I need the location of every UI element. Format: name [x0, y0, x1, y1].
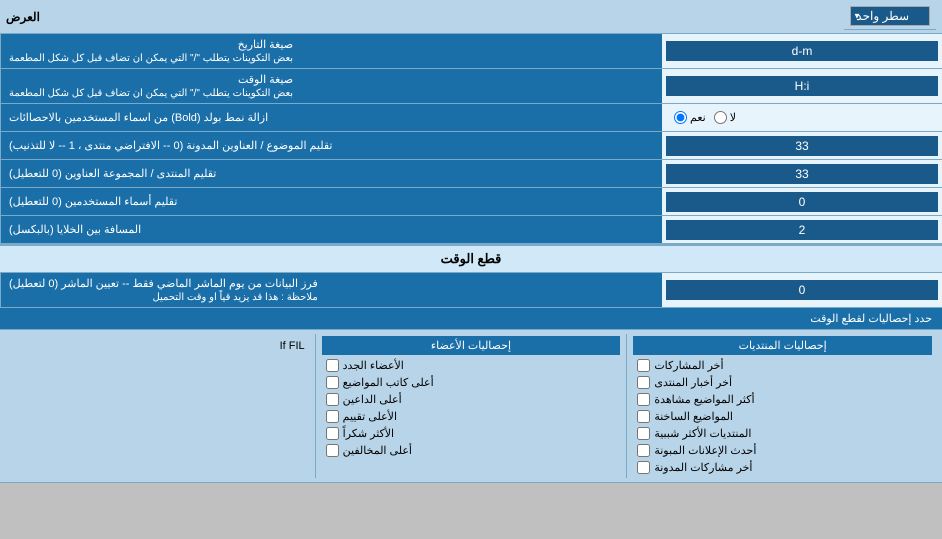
checkbox-col-empty: If FIL [4, 334, 315, 478]
cb-hot-topics[interactable] [637, 410, 650, 423]
cb-top-inviters[interactable] [326, 393, 339, 406]
cell-spacing-input-cell [662, 216, 942, 243]
forum-order-input[interactable] [666, 164, 938, 184]
item-new-members: الأعضاء الجدد [322, 357, 621, 374]
topics-order-row: تقليم الموضوع / العناوين المدونة (0 -- ا… [0, 132, 942, 160]
main-container: سطر واحد سطرين ثلاثة أسطر العرض صيغة الت… [0, 0, 942, 483]
filter-input-cell [662, 273, 942, 307]
select-wrapper[interactable]: سطر واحد سطرين ثلاثة أسطر [850, 6, 930, 26]
cb-similar-forums[interactable] [637, 427, 650, 440]
remove-bold-row: لا نعم ازالة نمط بولد (Bold) من اسماء ال… [0, 104, 942, 132]
time-format-label: صيغة الوقت بعض التكوينات يتطلب "/" التي … [0, 69, 662, 103]
cell-spacing-label: المسافة بين الخلايا (بالبكسل) [0, 216, 662, 243]
members-col-header: إحصاليات الأعضاء [322, 336, 621, 355]
cb-latest-announce[interactable] [637, 444, 650, 457]
cb-top-writer[interactable] [326, 376, 339, 389]
date-format-row: صيغة التاريخ بعض التكوينات يتطلب "/" الت… [0, 34, 942, 69]
users-order-row: تقليم أسماء المستخدمين (0 للتعطيل) [0, 188, 942, 216]
cb-last-news[interactable] [637, 376, 650, 389]
radio-yes-label[interactable]: نعم [674, 111, 706, 124]
item-top-rated: الأعلى تقييم [322, 408, 621, 425]
remove-bold-input-cell: لا نعم [662, 104, 942, 131]
item-top-inviters: أعلى الداعين [322, 391, 621, 408]
item-last-posts: أخر المشاركات [633, 357, 932, 374]
item-last-blog-posts: أخر مشاركات المدونة [633, 459, 932, 476]
cb-top-rated[interactable] [326, 410, 339, 423]
item-latest-announce: أحدث الإعلانات المبونة [633, 442, 932, 459]
display-select[interactable]: سطر واحد سطرين ثلاثة أسطر [850, 6, 930, 26]
time-format-input[interactable] [666, 76, 938, 96]
topics-order-input-cell [662, 132, 942, 159]
filter-row: فرز البيانات من يوم الماشر الماضي فقط --… [0, 273, 942, 308]
item-top-writer: أعلى كاتب المواضيع [322, 374, 621, 391]
radio-no[interactable] [714, 111, 727, 124]
header-row: سطر واحد سطرين ثلاثة أسطر العرض [0, 0, 942, 34]
cb-top-violators[interactable] [326, 444, 339, 457]
checkbox-section: إحصاليات المنتديات أخر المشاركات أخر أخب… [0, 330, 942, 483]
time-format-row: صيغة الوقت بعض التكوينات يتطلب "/" التي … [0, 69, 942, 104]
forum-order-row: تقليم المنتدى / المجموعة العناوين (0 للت… [0, 160, 942, 188]
item-most-viewed: أكثر المواضيع مشاهدة [633, 391, 932, 408]
time-format-input-cell [662, 69, 942, 103]
cell-spacing-input[interactable] [666, 220, 938, 240]
cb-last-posts[interactable] [637, 359, 650, 372]
checkbox-cols: إحصاليات المنتديات أخر المشاركات أخر أخب… [4, 334, 938, 478]
date-format-input[interactable] [666, 41, 938, 61]
item-hot-topics: المواضيع الساخنة [633, 408, 932, 425]
header-right-label: العرض [6, 10, 40, 24]
header-left: سطر واحد سطرين ثلاثة أسطر [844, 3, 936, 30]
checkbox-col-forums: إحصاليات المنتديات أخر المشاركات أخر أخب… [626, 334, 938, 478]
users-order-input[interactable] [666, 192, 938, 212]
forum-order-label: تقليم المنتدى / المجموعة العناوين (0 للت… [0, 160, 662, 187]
date-format-label: صيغة التاريخ بعض التكوينات يتطلب "/" الت… [0, 34, 662, 68]
filter-input[interactable] [666, 280, 938, 300]
remove-bold-label: ازالة نمط بولد (Bold) من اسماء المستخدمي… [0, 104, 662, 131]
remove-bold-radio-group: لا نعم [666, 109, 744, 126]
filter-label: فرز البيانات من يوم الماشر الماضي فقط --… [0, 273, 662, 307]
checkbox-col-members: إحصاليات الأعضاء الأعضاء الجدد أعلى كاتب… [315, 334, 627, 478]
define-label: حدد إحصاليات لقطع الوقت [810, 313, 932, 325]
radio-yes[interactable] [674, 111, 687, 124]
cb-most-thanks[interactable] [326, 427, 339, 440]
users-order-input-cell [662, 188, 942, 215]
cb-new-members[interactable] [326, 359, 339, 372]
time-section-header: قطع الوقت [0, 244, 942, 273]
item-top-violators: أعلى المخالفين [322, 442, 621, 459]
item-most-thanks: الأكثر شكراً [322, 425, 621, 442]
topics-order-input[interactable] [666, 136, 938, 156]
radio-no-label[interactable]: لا [714, 111, 736, 124]
cb-last-blog-posts[interactable] [637, 461, 650, 474]
topics-order-label: تقليم الموضوع / العناوين المدونة (0 -- ا… [0, 132, 662, 159]
users-order-label: تقليم أسماء المستخدمين (0 للتعطيل) [0, 188, 662, 215]
cb-most-viewed[interactable] [637, 393, 650, 406]
define-row: حدد إحصاليات لقطع الوقت [0, 308, 942, 330]
item-last-news: أخر أخبار المنتدى [633, 374, 932, 391]
item-similar-forums: المنتديات الأكثر شببية [633, 425, 932, 442]
forums-col-header: إحصاليات المنتديات [633, 336, 932, 355]
date-format-input-cell [662, 34, 942, 68]
if-fil-text: If FIL [10, 336, 309, 356]
forum-order-input-cell [662, 160, 942, 187]
cell-spacing-row: المسافة بين الخلايا (بالبكسل) [0, 216, 942, 244]
